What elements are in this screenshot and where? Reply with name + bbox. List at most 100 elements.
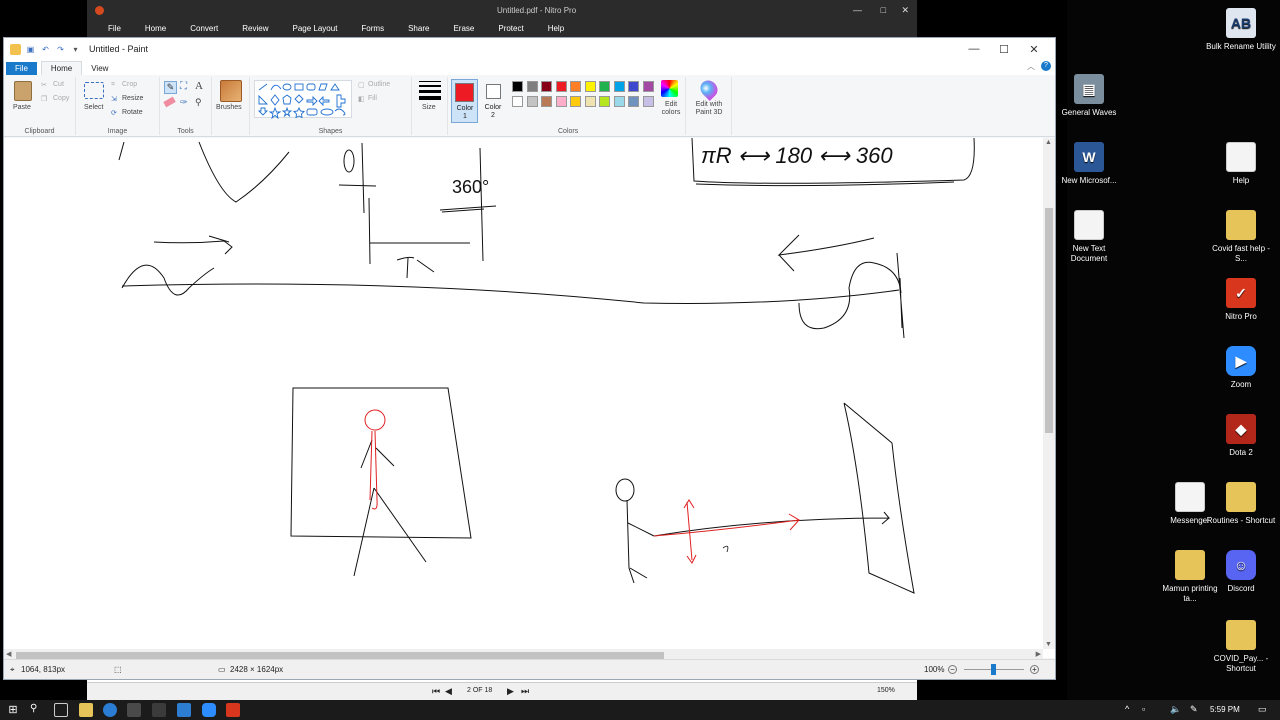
zoom-slider-thumb[interactable] <box>991 664 996 675</box>
desktop-icon-zoom[interactable]: ▶ Zoom <box>1206 346 1276 390</box>
paint3d-icon[interactable] <box>696 76 722 102</box>
rotate-button[interactable]: Rotate <box>122 109 143 116</box>
paste-button[interactable]: Paste <box>13 104 31 111</box>
desktop-icon-covid-fast-help[interactable]: Covid fast help - S... <box>1206 210 1276 264</box>
edit-colors-button[interactable]: Edit colors <box>657 101 685 117</box>
tab-file[interactable]: File <box>6 62 37 75</box>
next-page-icon[interactable]: ▶ <box>507 686 514 697</box>
nitro-menu-convert[interactable]: Convert <box>190 24 218 33</box>
maximize-icon[interactable]: □ <box>881 5 886 15</box>
nitro-menu-share[interactable]: Share <box>408 24 429 33</box>
maximize-icon[interactable]: ☐ <box>989 43 1019 56</box>
brushes-icon[interactable] <box>220 80 242 102</box>
palette-swatch[interactable] <box>584 95 596 107</box>
nitro-menu-forms[interactable]: Forms <box>361 24 384 33</box>
palette-swatch[interactable] <box>613 81 625 92</box>
tab-home[interactable]: Home <box>40 61 83 75</box>
nitro-menu-erase[interactable]: Erase <box>453 24 474 33</box>
desktop-icon-new-text[interactable]: New Text Document <box>1054 210 1124 264</box>
desktop-icon-covid-pay[interactable]: COVID_Pay... - Shortcut <box>1206 620 1276 674</box>
rotate-icon[interactable]: ⟳ <box>111 109 117 117</box>
palette-swatch[interactable] <box>642 81 654 92</box>
zoom-taskbar-icon[interactable] <box>202 703 216 717</box>
nitro-taskbar-icon[interactable] <box>226 703 240 717</box>
paint-taskbar-icon[interactable] <box>127 703 141 717</box>
shapes-gallery[interactable] <box>254 80 352 120</box>
cut-icon[interactable]: ✂ <box>41 81 47 89</box>
palette-swatch[interactable] <box>628 95 639 107</box>
first-page-icon[interactable]: ⏮ <box>432 686 440 697</box>
fill-bucket-icon[interactable]: ⛶ <box>180 81 187 92</box>
page-indicator[interactable]: 2 OF 18 <box>467 687 492 694</box>
nitro-menu-protect[interactable]: Protect <box>498 24 523 33</box>
start-icon[interactable]: ⊞ <box>6 703 20 717</box>
palette-swatch[interactable] <box>570 95 581 107</box>
edge-icon[interactable] <box>103 703 117 717</box>
task-view-icon[interactable] <box>54 703 68 717</box>
file-explorer-icon[interactable] <box>79 703 93 717</box>
palette-swatch[interactable] <box>555 95 567 107</box>
nitro-menu-home[interactable]: Home <box>145 24 166 33</box>
brushes-button[interactable]: Brushes <box>216 104 242 111</box>
fill-dropdown[interactable]: Fill <box>368 95 377 102</box>
nitro-menu-page-layout[interactable]: Page Layout <box>292 24 337 33</box>
save-icon[interactable]: ▣ <box>25 44 36 55</box>
size-button[interactable]: Size <box>422 104 436 111</box>
nitro-menu-file[interactable]: File <box>108 24 121 33</box>
vertical-scroll-thumb[interactable] <box>1045 208 1053 433</box>
notifications-icon[interactable]: ▭ <box>1258 704 1267 715</box>
palette-swatch[interactable] <box>599 81 610 92</box>
close-icon[interactable]: ✕ <box>1019 43 1049 56</box>
close-icon[interactable]: ✕ <box>901 5 909 16</box>
magnifier-icon[interactable]: ⚲ <box>195 97 202 108</box>
last-page-icon[interactable]: ⏭ <box>521 686 529 697</box>
select-icon[interactable] <box>84 82 104 99</box>
palette-swatch[interactable] <box>541 81 552 92</box>
desktop-icon-help[interactable]: Help <box>1206 142 1276 186</box>
clock[interactable]: 5:59 PM <box>1210 705 1240 714</box>
zoom-in-button[interactable]: + <box>1030 665 1039 674</box>
pencil-icon[interactable]: ✎ <box>164 81 177 94</box>
edit-paint3d-button[interactable]: Edit with Paint 3D <box>688 101 730 117</box>
redo-icon[interactable]: ↷ <box>55 44 66 55</box>
mail-icon[interactable] <box>177 703 191 717</box>
crop-icon[interactable]: ⌗ <box>111 81 115 89</box>
palette-swatch[interactable] <box>628 81 639 92</box>
copy-icon[interactable]: ❐ <box>41 95 47 103</box>
nitro-menu-review[interactable]: Review <box>242 24 268 33</box>
desktop-icon-discord[interactable]: ☺ Discord <box>1206 550 1276 594</box>
palette-swatch[interactable] <box>555 81 567 92</box>
zoom-out-button[interactable]: − <box>948 665 957 674</box>
outline-icon[interactable]: ▢ <box>358 81 365 89</box>
nitro-zoom[interactable]: 150% <box>877 687 895 694</box>
volume-icon[interactable]: 🔈 <box>1170 704 1181 715</box>
desktop-icon-routines[interactable]: Routines - Shortcut <box>1206 482 1276 526</box>
app-taskbar-icon[interactable] <box>152 703 166 717</box>
scroll-down-icon[interactable]: ▼ <box>1045 641 1052 648</box>
collapse-ribbon-icon[interactable]: ︿ <box>1027 61 1035 72</box>
palette-swatch[interactable] <box>526 95 538 107</box>
color2-button[interactable]: Color 2 <box>481 79 506 123</box>
cut-button[interactable]: Cut <box>53 81 64 88</box>
resize-button[interactable]: Resize <box>122 95 143 102</box>
desktop-icon-dota2[interactable]: ◆ Dota 2 <box>1206 414 1276 458</box>
palette-swatch[interactable] <box>512 81 523 92</box>
palette-swatch[interactable] <box>642 95 654 107</box>
palette-swatch[interactable] <box>512 95 523 107</box>
palette-swatch[interactable] <box>570 81 581 92</box>
resize-icon[interactable]: ⇲ <box>111 95 117 103</box>
desktop-icon-general-waves[interactable]: ▤ General Waves <box>1054 74 1124 118</box>
scroll-left-icon[interactable]: ◀ <box>6 650 11 658</box>
palette-swatch[interactable] <box>584 81 596 92</box>
select-button[interactable]: Select <box>84 104 103 111</box>
search-icon[interactable]: ⚲ <box>30 703 44 717</box>
color1-button[interactable]: Color 1 <box>451 79 478 123</box>
color-picker-icon[interactable]: ✑ <box>180 97 188 108</box>
scroll-up-icon[interactable]: ▲ <box>1045 139 1052 146</box>
palette-swatch[interactable] <box>599 95 610 107</box>
outline-dropdown[interactable]: Outline <box>368 81 390 88</box>
paste-icon[interactable] <box>14 81 32 101</box>
fill-icon[interactable]: ◧ <box>358 95 365 103</box>
horizontal-scroll-thumb[interactable] <box>16 652 664 659</box>
minimize-icon[interactable]: — <box>853 5 862 15</box>
